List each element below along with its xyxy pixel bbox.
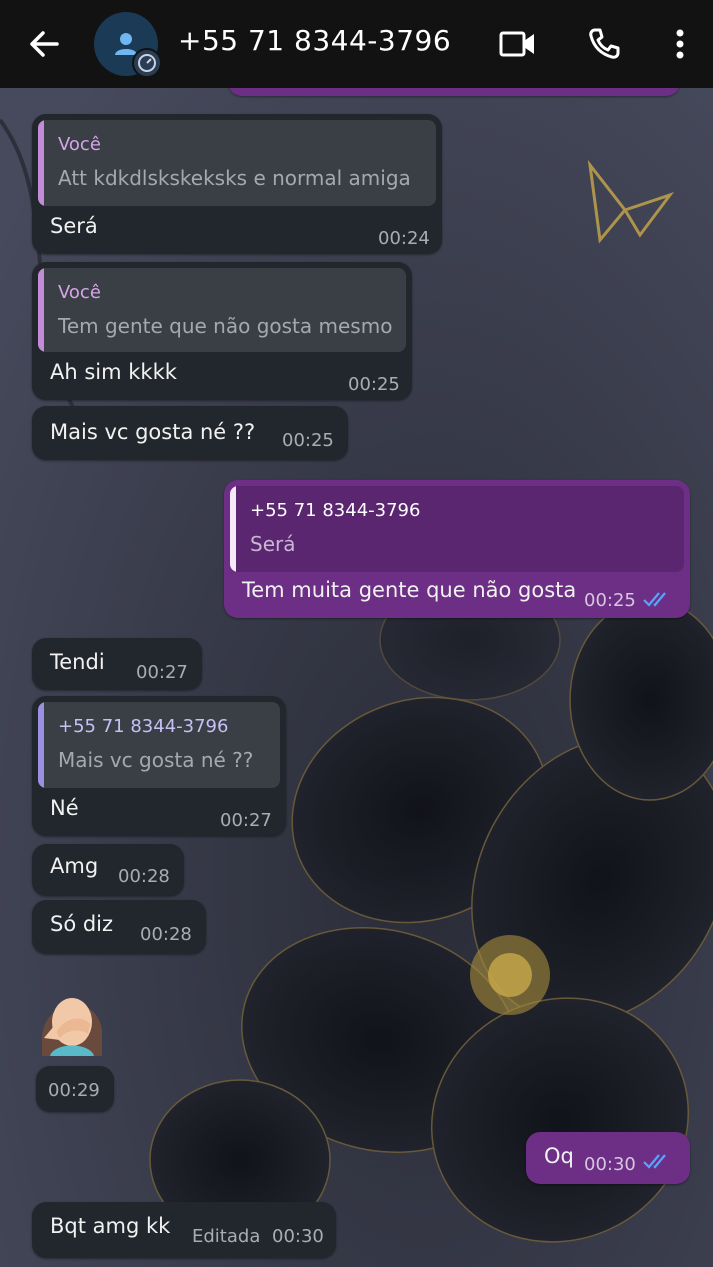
message-time: 00:24 <box>378 228 430 249</box>
quote-text: Será <box>250 532 296 556</box>
quote-author: Você <box>58 282 101 303</box>
chat-header: +55 71 8344-3796 <box>0 0 713 88</box>
message-time: 00:25 <box>282 430 334 451</box>
quote-text: Mais vc gosta né ?? <box>58 748 254 772</box>
quote-author: +55 71 8344-3796 <box>58 716 229 737</box>
message-bubble[interactable]: Só diz 00:28 <box>32 900 206 954</box>
quoted-message[interactable]: Você Att kdkdlskskeksks e normal amiga <box>38 120 436 206</box>
more-options-icon[interactable] <box>658 22 702 66</box>
message-text: Será <box>50 214 98 238</box>
contact-name[interactable]: +55 71 8344-3796 <box>178 24 451 57</box>
message-time: 00:25 <box>584 590 636 611</box>
message-text: Né <box>50 796 79 820</box>
message-time: 00:27 <box>220 810 272 831</box>
message-bubble[interactable]: Você Tem gente que não gosta mesmo Ah si… <box>32 262 412 400</box>
quoted-message[interactable]: +55 71 8344-3796 Mais vc gosta né ?? <box>38 702 280 788</box>
message-bubble-outgoing[interactable]: +55 71 8344-3796 Será Tem muita gente qu… <box>224 480 690 618</box>
message-time: 00:30 <box>272 1226 324 1247</box>
quote-text: Tem gente que não gosta mesmo <box>58 314 393 338</box>
message-bubble[interactable]: 00:29 <box>36 1066 114 1112</box>
message-bubble-outgoing[interactable]: Oq 00:30 <box>526 1132 690 1184</box>
message-text: Ah sim kkkk <box>50 360 177 384</box>
quoted-message[interactable]: +55 71 8344-3796 Será <box>230 486 684 572</box>
message-bubble[interactable]: +55 71 8344-3796 Mais vc gosta né ?? Né … <box>32 696 286 836</box>
message-bubble[interactable]: Tendi 00:27 <box>32 638 202 690</box>
disappearing-timer-icon <box>132 48 162 78</box>
quoted-message[interactable]: Você Tem gente que não gosta mesmo <box>38 268 406 352</box>
quote-author: Você <box>58 134 101 155</box>
message-time: 00:30 <box>584 1154 636 1175</box>
message-text: Só diz <box>50 912 114 936</box>
message-time: 00:28 <box>118 866 170 887</box>
quote-author: +55 71 8344-3796 <box>250 500 421 521</box>
message-time: 00:25 <box>348 374 400 395</box>
edited-label: Editada <box>192 1226 261 1247</box>
message-bubble[interactable]: Bqt amg kk Editada 00:30 <box>32 1202 336 1258</box>
message-text: Tendi <box>50 650 105 674</box>
message-time: 00:29 <box>48 1080 100 1101</box>
message-text: Bqt amg kk <box>50 1214 171 1238</box>
voice-call-icon[interactable] <box>582 22 626 66</box>
facepalm-emoji[interactable] <box>36 978 108 1060</box>
video-call-icon[interactable] <box>496 22 540 66</box>
back-arrow-icon[interactable] <box>24 24 64 64</box>
message-bubble[interactable]: Mais vc gosta né ?? 00:25 <box>32 406 348 460</box>
message-text: Amg <box>50 854 99 878</box>
message-bubble[interactable]: Você Att kdkdlskskeksks e normal amiga S… <box>32 114 442 254</box>
message-bubble[interactable]: Amg 00:28 <box>32 844 184 896</box>
quote-text: Att kdkdlskskeksks e normal amiga <box>58 166 411 190</box>
read-receipt-icon <box>643 592 666 607</box>
contact-avatar[interactable] <box>94 12 162 78</box>
message-text: Tem muita gente que não gosta <box>242 578 577 602</box>
message-time: 00:28 <box>140 924 192 945</box>
message-time: 00:27 <box>136 662 188 683</box>
message-text: Oq <box>544 1144 574 1168</box>
message-text: Mais vc gosta né ?? <box>50 420 256 444</box>
read-receipt-icon <box>643 1154 666 1169</box>
